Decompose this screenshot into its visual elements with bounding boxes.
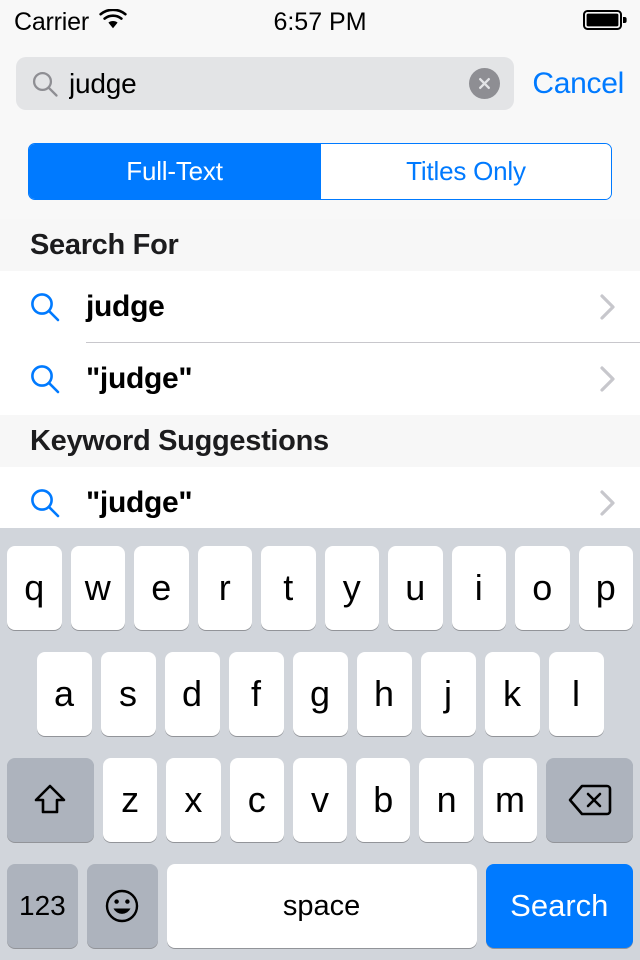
keyboard-row-3: z x c v b n m <box>0 758 640 842</box>
key-h[interactable]: h <box>356 652 412 736</box>
key-z[interactable]: z <box>102 758 158 842</box>
scope-bar: Full-Text Titles Only <box>0 123 640 219</box>
row-label: "judge" <box>86 486 193 519</box>
space-key[interactable]: space <box>166 864 477 948</box>
key-r[interactable]: r <box>197 546 252 630</box>
status-bar: Carrier 6:57 PM <box>0 0 640 44</box>
key-q[interactable]: q <box>7 546 62 630</box>
table-row[interactable]: judge <box>0 271 640 343</box>
key-n[interactable]: n <box>419 758 474 842</box>
scope-segmented-control[interactable]: Full-Text Titles Only <box>28 142 612 200</box>
search-return-key[interactable]: Search <box>485 864 634 948</box>
key-g[interactable]: g <box>292 652 348 736</box>
search-input[interactable] <box>69 67 470 100</box>
key-m[interactable]: m <box>482 758 538 842</box>
search-icon <box>28 362 72 396</box>
key-l[interactable]: l <box>548 652 604 736</box>
row-label: judge <box>86 290 165 323</box>
key-f[interactable]: f <box>228 652 284 736</box>
on-screen-keyboard: q w e r t y u i o p a s d f g h j k l z … <box>0 528 640 960</box>
table-row[interactable]: "judge" <box>0 343 640 415</box>
search-icon <box>28 486 72 520</box>
key-k[interactable]: k <box>484 652 540 736</box>
key-y[interactable]: y <box>324 546 379 630</box>
search-screen: Carrier 6:57 PM judge Cancel Full-Text T… <box>0 0 640 960</box>
cancel-button[interactable]: Cancel <box>532 67 624 101</box>
key-o[interactable]: o <box>515 546 570 630</box>
chevron-right-icon <box>598 290 618 324</box>
key-x[interactable]: x <box>166 758 221 842</box>
row-label: "judge" <box>86 362 193 395</box>
key-a[interactable]: a <box>36 652 92 736</box>
scope-segment-full-text[interactable]: Full-Text <box>29 143 320 199</box>
smiley-face-icon[interactable] <box>86 864 158 948</box>
key-t[interactable]: t <box>261 546 316 630</box>
suggestions-list: Search For judge "judge" Keyword Suggest… <box>0 219 640 528</box>
scope-segment-titles-only[interactable]: Titles Only <box>320 143 611 199</box>
key-i[interactable]: i <box>451 546 506 630</box>
numbers-key[interactable]: 123 <box>7 864 78 948</box>
status-bar-clock: 6:57 PM <box>273 7 367 36</box>
backspace-icon[interactable] <box>546 758 633 842</box>
key-d[interactable]: d <box>164 652 220 736</box>
search-bar: Cancel <box>0 44 640 123</box>
search-icon <box>28 290 72 324</box>
status-bar-right <box>583 9 627 36</box>
key-v[interactable]: v <box>292 758 348 842</box>
keyboard-row-4: 123 space Search <box>0 864 640 948</box>
chevron-right-icon <box>598 362 618 396</box>
key-e[interactable]: e <box>134 546 189 630</box>
chevron-right-icon <box>598 486 618 520</box>
key-s[interactable]: s <box>100 652 156 736</box>
key-b[interactable]: b <box>356 758 411 842</box>
shift-arrow-icon[interactable] <box>7 758 94 842</box>
key-c[interactable]: c <box>229 758 284 842</box>
search-icon <box>30 69 60 99</box>
key-w[interactable]: w <box>70 546 125 630</box>
battery-full-icon <box>583 9 627 36</box>
search-field[interactable] <box>16 57 515 110</box>
section-header-keyword-suggestions: Keyword Suggestions <box>0 415 640 467</box>
key-p[interactable]: p <box>578 546 633 630</box>
keyboard-row-2: a s d f g h j k l <box>0 652 640 736</box>
clear-search-icon[interactable] <box>469 68 501 99</box>
section-header-search-for: Search For <box>0 219 640 271</box>
key-u[interactable]: u <box>388 546 443 630</box>
table-row[interactable]: "judge" <box>0 467 640 528</box>
key-j[interactable]: j <box>420 652 476 736</box>
keyboard-row-1: q w e r t y u i o p <box>0 546 640 630</box>
